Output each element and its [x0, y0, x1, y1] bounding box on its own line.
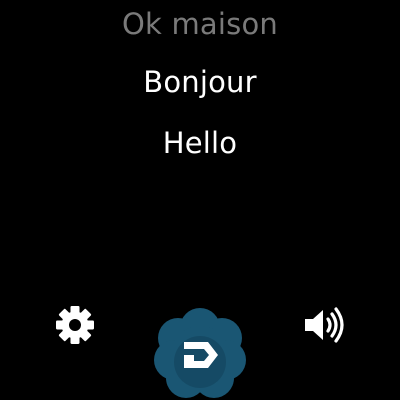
snips-logo-icon: [154, 308, 246, 398]
watch-screen: Ok maison Bonjour Hello: [0, 0, 400, 400]
phrase-bonjour: Bonjour: [143, 65, 257, 99]
gear-icon: [56, 306, 94, 344]
speaker-volume-icon: [305, 307, 344, 343]
volume-button[interactable]: [298, 300, 352, 350]
settings-button[interactable]: [50, 300, 100, 350]
assistant-mic-button[interactable]: [150, 300, 250, 400]
phrase-hello: Hello: [162, 126, 238, 160]
previous-phrase: Ok maison: [122, 7, 278, 41]
